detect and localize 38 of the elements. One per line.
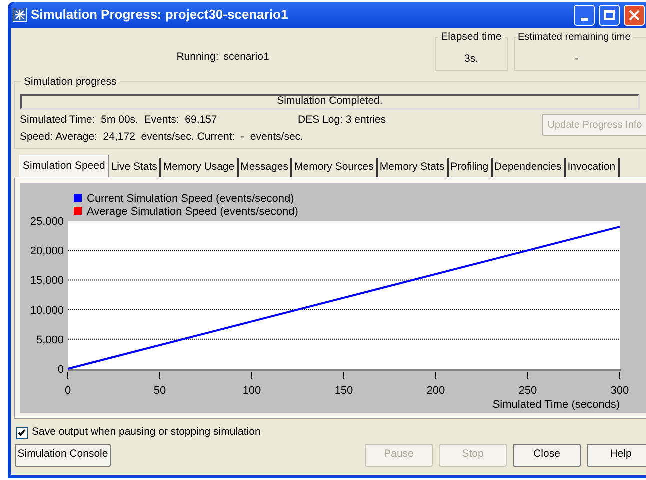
x-axis-label: 100 (242, 385, 262, 397)
save-output-checkbox[interactable] (16, 426, 28, 439)
x-axis-label: 300 (610, 385, 630, 397)
dialog-button[interactable]: Close (513, 444, 581, 467)
remaining-time-value: - (575, 52, 579, 68)
speed-text: Speed: Average: 24,172 events/sec. Current: - events/sec. (20, 130, 304, 145)
close-icon (629, 10, 640, 20)
maximize-icon (604, 10, 615, 20)
y-axis-label: 5,000 (36, 334, 64, 346)
elapsed-time-value: 3s. (464, 52, 478, 68)
x-axis-title: Simulated Time (seconds) (492, 399, 620, 411)
legend-label: Current Simulation Speed (events/second) (87, 193, 294, 205)
save-output-label[interactable]: Save output when pausing or stopping simulation (32, 425, 261, 441)
minimize-button[interactable] (574, 4, 595, 26)
dialog-button[interactable]: Help (587, 444, 646, 467)
dialog-button[interactable]: Simulation Console (15, 444, 111, 467)
app-icon (13, 8, 27, 22)
legend-label: Average Simulation Speed (events/second) (87, 206, 298, 218)
x-axis-label: 250 (518, 385, 538, 397)
y-axis-label: 25,000 (30, 216, 64, 228)
maximize-button[interactable] (599, 4, 620, 26)
running-scenario: scenario1 (224, 50, 270, 65)
progress-status-bar: Simulation Completed. (20, 94, 640, 110)
y-axis-label: 20,000 (30, 246, 64, 258)
y-axis-label: 15,000 (30, 275, 64, 288)
x-axis-label: 50 (154, 385, 166, 397)
y-axis-label: 10,000 (30, 304, 64, 317)
close-button[interactable] (624, 4, 645, 26)
window-title: Simulation Progress: project30-scenario1 (31, 6, 288, 24)
x-axis-label: 200 (426, 385, 446, 397)
x-axis-label: 150 (334, 385, 354, 397)
simulated-time-text: Simulated Time: 5m 00s. Events: 69,157 (20, 113, 218, 128)
des-log-text: DES Log: 3 entries (298, 113, 386, 128)
running-label: Running: (176, 50, 219, 65)
y-axis-label: 0 (58, 364, 64, 376)
x-axis-label: 0 (64, 385, 72, 397)
tab[interactable]: Simulation Speed (19, 155, 110, 177)
remaining-time-label: Estimated remaining time (516, 30, 633, 45)
